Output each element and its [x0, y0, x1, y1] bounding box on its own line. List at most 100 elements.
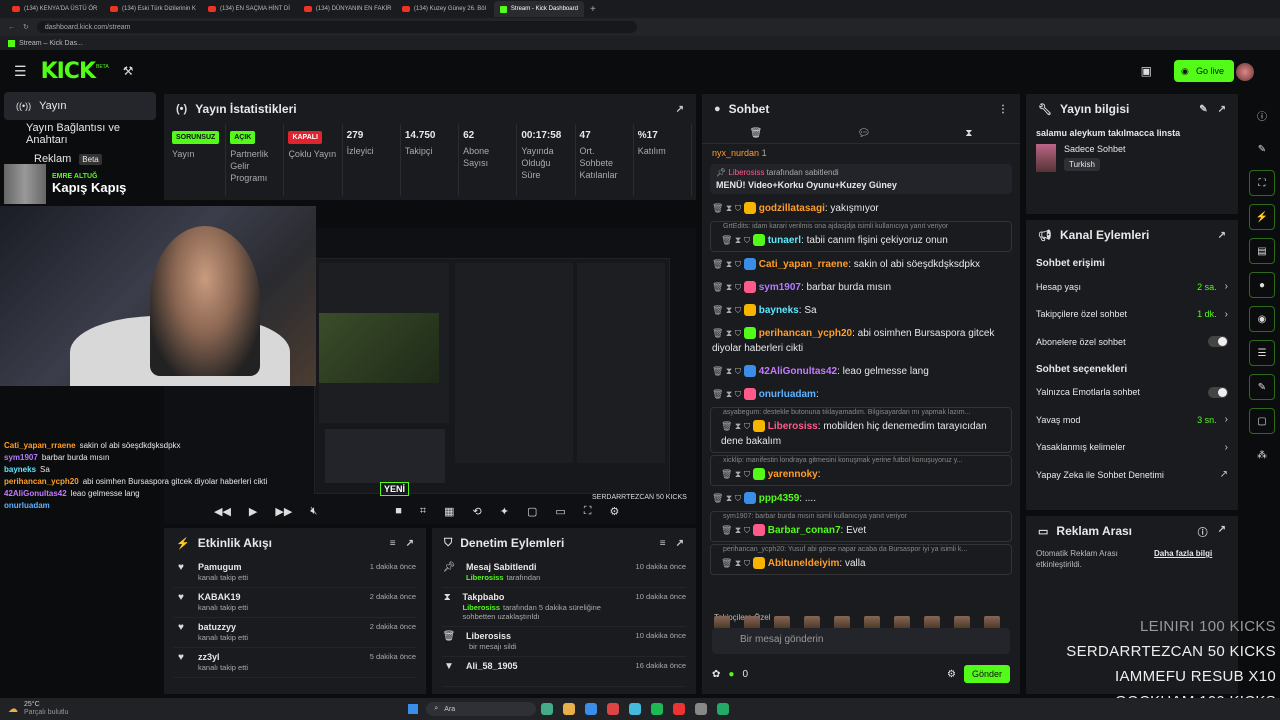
app-icon[interactable] — [629, 703, 642, 715]
setting-row[interactable]: Yalnızca Emotlarla sohbet — [1026, 379, 1238, 407]
share-icon[interactable]: ⁂ — [1249, 442, 1275, 468]
chat-message[interactable]: 🗑︎ ⧗ ⛉ perihancan_ycph20: abi osimhen Bu… — [702, 323, 1020, 359]
chat-username[interactable]: ppp4359 — [759, 493, 800, 504]
expand-icon[interactable]: ⛶ — [1249, 170, 1275, 196]
trash-icon[interactable]: 🗑︎ — [750, 128, 763, 139]
popout-icon[interactable]: ↗ — [676, 538, 684, 549]
browser-tab[interactable]: (134) KENYA'DA ÜSTÜ ÖR — [6, 1, 102, 17]
chevron-right-icon[interactable]: › — [1225, 281, 1228, 292]
mod-action-title[interactable]: Mesaj Sabitlendi — [466, 562, 540, 572]
avatar[interactable] — [1236, 63, 1254, 81]
start-icon[interactable] — [408, 704, 419, 714]
kick-logo[interactable]: KICK — [41, 59, 96, 84]
chat-message[interactable]: xicklip: manifestin londraya gitmesini k… — [710, 455, 1012, 486]
mod-tools-icon[interactable]: 🗑︎ ⧗ ⛉ — [712, 493, 744, 503]
mod-tools-icon[interactable]: 🗑︎ ⧗ ⛉ — [712, 328, 744, 338]
mod-tools-icon[interactable]: 🗑︎ ⧗ ⛉ — [721, 525, 753, 535]
chevron-right-icon[interactable]: › — [1225, 309, 1228, 320]
chat-message[interactable]: 🗑︎ ⧗ ⛉ onurluadam: — [702, 384, 1020, 405]
hourglass-icon[interactable]: ⧗ — [965, 128, 972, 139]
setting-row[interactable]: Takipçilere özel sohbet 1 dk. › — [1026, 301, 1238, 329]
chat-username[interactable]: yarennoky — [768, 469, 818, 480]
chat-username[interactable]: Cati_yapan_rraene — [759, 259, 849, 270]
sparkle-icon[interactable]: ✦ — [500, 505, 509, 518]
send-button[interactable]: Gönder — [963, 665, 1010, 683]
chat-username[interactable]: 42AliGonultas42 — [759, 366, 837, 377]
mod-tools-icon[interactable]: 🗑︎ ⧗ ⛉ — [712, 203, 744, 213]
app-icon[interactable] — [541, 703, 554, 715]
edit-icon[interactable]: ✎ — [1249, 136, 1275, 162]
popout-icon[interactable]: ↗ — [1218, 104, 1226, 115]
pip-icon[interactable]: ▦ — [444, 505, 454, 518]
browser-tab-active[interactable]: Stream - Kick Dashboard — [493, 1, 584, 17]
chat-message[interactable]: 🗑︎ ⧗ ⛉ 42AliGonultas42: leao gelmesse la… — [702, 361, 1020, 382]
popout-icon[interactable]: ↗ — [406, 538, 414, 549]
crop-icon[interactable]: ⌗ — [420, 505, 426, 518]
browser-tab[interactable]: (134) Kuzey Güney 26. Böl — [396, 1, 492, 17]
points-icon[interactable]: ✿ — [712, 669, 720, 680]
app-icon[interactable] — [717, 703, 730, 715]
mod-tools-icon[interactable]: 🗑︎ ⧗ ⛉ — [721, 558, 753, 568]
chevron-right-icon[interactable]: › — [1225, 414, 1228, 425]
mod-tools-icon[interactable]: 🗑︎ ⧗ ⛉ — [721, 235, 753, 245]
stack-icon[interactable]: ☰ — [1249, 340, 1275, 366]
browser-tab[interactable]: (134) Eski Türk Dizilerinin K — [104, 1, 200, 17]
filter-icon[interactable]: ≡ — [390, 538, 396, 549]
app-icon[interactable] — [607, 703, 620, 715]
edit-icon[interactable]: ✎ — [1199, 104, 1207, 115]
popout-icon[interactable]: ↗ — [1218, 230, 1226, 241]
setting-row[interactable]: Yavaş mod 3 sn. › — [1026, 406, 1238, 434]
taskbar-search[interactable]: ⌕ Ara — [426, 702, 537, 716]
more-icon[interactable]: ⋮ — [998, 104, 1008, 115]
gear-icon[interactable]: ⚙ — [947, 669, 956, 680]
wrench-icon[interactable]: ✎ — [1249, 374, 1275, 400]
chat-username[interactable]: tunaerl — [768, 235, 801, 246]
nav-item-stream-key[interactable]: Yayın Bağlantısı ve Anahtarı — [0, 120, 160, 148]
mod-tools-icon[interactable]: 🗑︎ ⧗ ⛉ — [712, 282, 744, 292]
lightning-icon[interactable]: ⚡ — [1249, 204, 1275, 230]
camera-icon[interactable]: ■ — [395, 505, 402, 517]
chevron-right-icon[interactable]: › — [1225, 442, 1228, 453]
browser-tab[interactable]: (134) EN SAÇMA HİNT Dİ — [202, 1, 296, 17]
back-icon[interactable]: ← — [8, 24, 15, 31]
toggle-switch[interactable] — [1208, 336, 1228, 348]
bookmark-item[interactable]: Stream – Kick Das... — [19, 40, 83, 47]
chat-username[interactable]: perihancan_ycph20 — [759, 328, 852, 339]
mod-tools-icon[interactable]: 🗑︎ ⧗ ⛉ — [712, 259, 744, 269]
setting-row[interactable]: Yapay Zeka ile Sohbet Denetimi ↗ — [1026, 461, 1238, 489]
weather-widget[interactable]: 25°C Parçalı bulutlu — [24, 701, 68, 717]
chat-message[interactable]: 🗑︎ ⧗ ⛉ ppp4359: .... — [702, 488, 1020, 509]
app-icon[interactable] — [673, 703, 686, 715]
popout-icon[interactable]: ↗ — [676, 104, 684, 115]
nav-item-stream[interactable]: ((•)) Yayın — [4, 92, 156, 120]
setting-row[interactable]: Abonelere özel sohbet — [1026, 328, 1238, 356]
filter-icon[interactable]: ≡ — [660, 538, 666, 549]
gear-icon[interactable]: ⚙ — [609, 505, 619, 518]
new-tab-icon[interactable]: + — [590, 4, 596, 15]
spotify-icon[interactable] — [651, 703, 664, 715]
speech-icon[interactable]: 💬︎ — [857, 128, 870, 139]
go-live-button[interactable]: ◉ Go live — [1173, 60, 1234, 82]
mod-action-title[interactable]: Takpbabo — [462, 592, 625, 602]
menu-icon[interactable]: ☰ — [14, 63, 27, 80]
activity-user[interactable]: Pamugum — [198, 562, 248, 572]
chat-message[interactable]: 🗑︎ ⧗ ⛉ sym1907: barbar burda mısın — [702, 277, 1020, 298]
chat-username[interactable]: onurluadam — [759, 389, 816, 400]
theater-icon[interactable]: ▭ — [555, 505, 565, 518]
popout-icon[interactable]: ↗ — [1218, 524, 1226, 539]
chat-message[interactable]: 🗑︎ ⧗ ⛉ godzillatasagi: yakışmıyor — [702, 198, 1020, 219]
screen-icon[interactable]: ▣ — [1141, 64, 1152, 78]
toggle-switch[interactable] — [1208, 386, 1228, 398]
mod-action-title[interactable]: Ali_58_1905 — [466, 661, 518, 671]
activity-user[interactable]: batuzzyy — [198, 622, 248, 632]
chat-message[interactable]: sym1907: barbar burda mısın isimli kulla… — [710, 511, 1012, 542]
folder-icon[interactable] — [563, 703, 576, 715]
info-icon[interactable]: ⓘ — [1198, 524, 1208, 539]
setting-row[interactable]: Hesap yaşı 2 sa. › — [1026, 273, 1238, 301]
mod-action-title[interactable]: Liberosiss — [466, 631, 517, 641]
chat-username[interactable]: Liberosiss — [768, 421, 818, 432]
chat-message[interactable]: 🗑︎ ⧗ ⛉ bayneks: Sa — [702, 300, 1020, 321]
app-icon[interactable] — [695, 703, 708, 715]
chat-message[interactable]: 🗑︎ ⧗ ⛉ Cati_yapan_rraene: sakin ol abi s… — [702, 254, 1020, 275]
chat-username[interactable]: Abituneldeiyim — [768, 558, 840, 569]
